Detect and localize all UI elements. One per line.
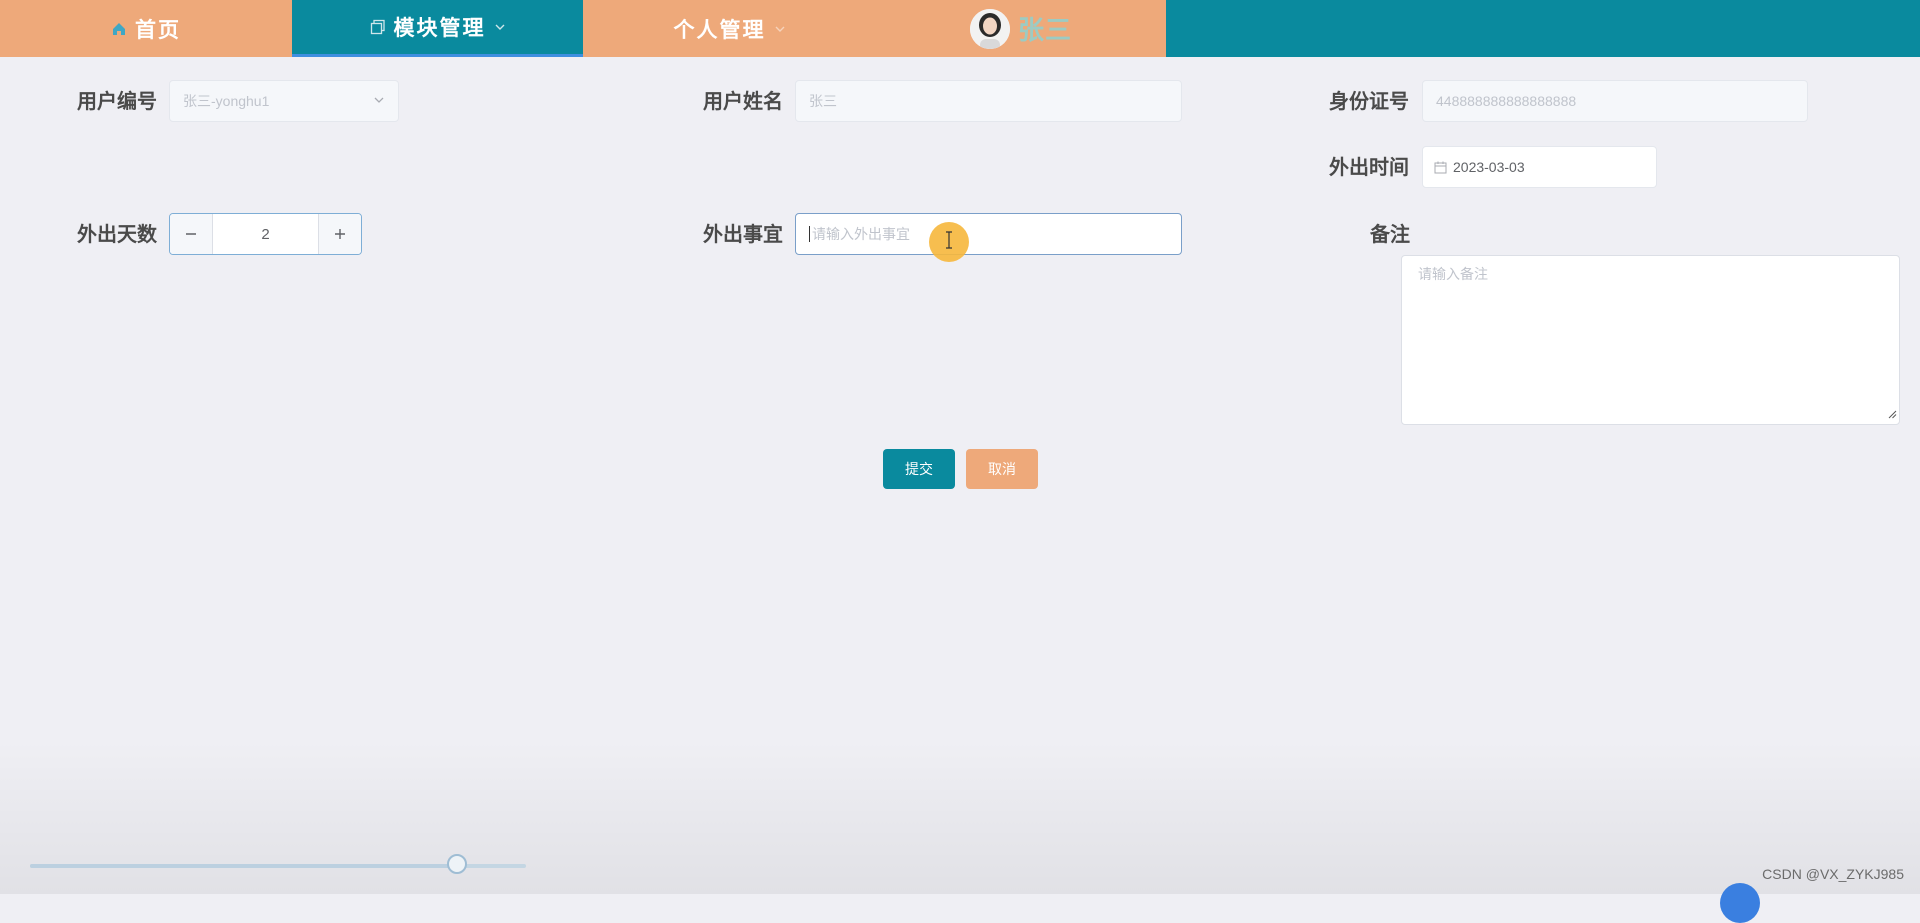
- user-id-select[interactable]: 张三-yonghu1: [169, 80, 399, 122]
- id-card-label: 身份证号: [1329, 89, 1409, 113]
- id-card-value: 448888888888888888: [1436, 93, 1577, 109]
- user-id-value: 张三-yonghu1: [183, 93, 270, 109]
- nav-user[interactable]: 张三: [876, 0, 1166, 57]
- out-time-label: 外出时间: [1329, 155, 1409, 179]
- module-icon: [370, 19, 386, 35]
- remark-label: 备注: [1370, 222, 1410, 246]
- watermark: CSDN @VX_ZYKJ985: [1762, 866, 1904, 882]
- out-matter-label: 外出事宜: [703, 222, 783, 246]
- home-icon: [111, 21, 127, 37]
- avatar: [969, 8, 1010, 49]
- user-name-value: 张三: [809, 93, 837, 109]
- floating-button[interactable]: [1720, 883, 1760, 923]
- nav-module-management[interactable]: 模块管理: [292, 0, 583, 57]
- chevron-down-icon: [774, 23, 786, 35]
- out-matter-placeholder: 请输入外出事宜: [812, 226, 910, 242]
- nav-module-label: 模块管理: [393, 16, 486, 40]
- calendar-icon: [1434, 161, 1447, 174]
- submit-button[interactable]: 提交: [883, 449, 955, 489]
- nav-personal-management[interactable]: 个人管理: [583, 0, 876, 57]
- cancel-button[interactable]: 取消: [966, 449, 1038, 489]
- progress-knob[interactable]: [446, 854, 467, 874]
- user-name: 张三: [1017, 16, 1072, 46]
- minus-icon: [184, 222, 198, 246]
- out-time-date-picker[interactable]: 2023-03-03: [1422, 146, 1657, 188]
- nav-home[interactable]: 首页: [0, 0, 292, 57]
- out-days-label: 外出天数: [77, 222, 157, 246]
- nav-personal-label: 个人管理: [673, 17, 766, 42]
- user-name-field[interactable]: 张三: [795, 80, 1182, 122]
- top-nav: 首页 模块管理 个人管理 张三: [0, 0, 1920, 57]
- nav-home-label: 首页: [135, 17, 181, 42]
- increment-button[interactable]: [318, 214, 361, 254]
- resize-grip-icon[interactable]: [1887, 406, 1897, 422]
- out-days-stepper[interactable]: 2: [169, 213, 362, 255]
- bottom-shade: [0, 740, 1920, 894]
- user-id-label: 用户编号: [77, 89, 157, 113]
- id-card-field[interactable]: 448888888888888888: [1422, 80, 1808, 122]
- select-arrow-icon: [373, 93, 385, 109]
- out-time-value: 2023-03-03: [1453, 159, 1525, 175]
- cursor-highlight: [929, 222, 969, 262]
- user-name-label: 用户姓名: [703, 89, 783, 113]
- text-cursor-icon: [943, 231, 955, 253]
- remark-placeholder: 请输入备注: [1418, 266, 1488, 282]
- text-caret: [809, 226, 810, 242]
- remark-textarea[interactable]: 请输入备注: [1401, 255, 1900, 425]
- progress-fill: [30, 864, 457, 868]
- plus-icon: [333, 222, 347, 246]
- out-matter-input[interactable]: 请输入外出事宜: [795, 213, 1182, 255]
- decrement-button[interactable]: [170, 214, 213, 254]
- chevron-down-icon: [494, 21, 506, 33]
- out-days-value[interactable]: 2: [213, 214, 318, 254]
